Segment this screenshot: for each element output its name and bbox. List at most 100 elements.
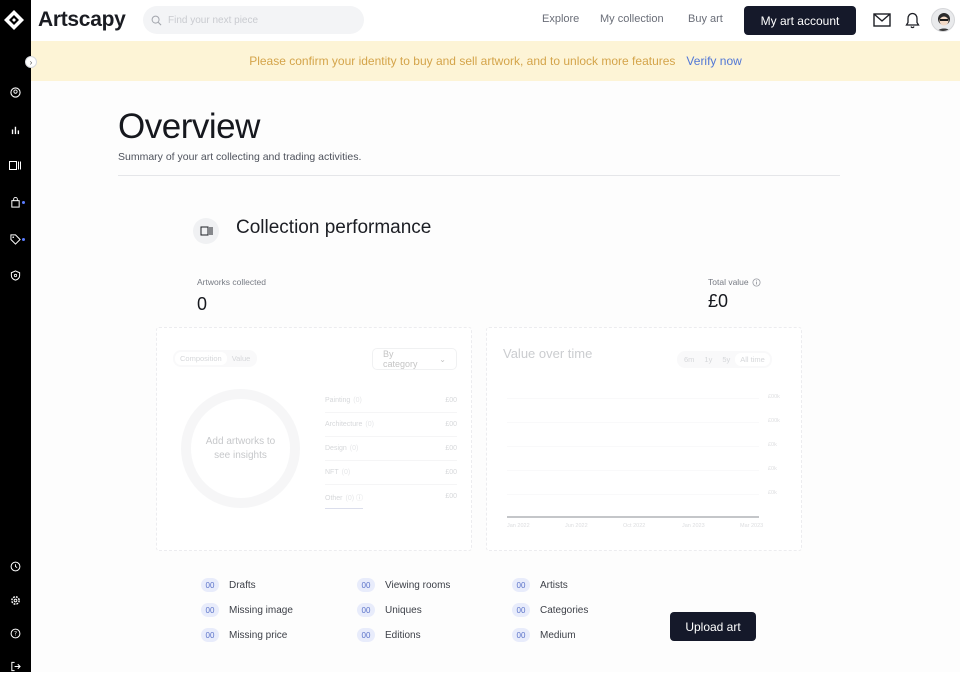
value-over-time-content: Value over time 6m 1y 5y All time £00k £… bbox=[487, 328, 803, 552]
category-dropdown-value: By category bbox=[383, 349, 418, 369]
gridline bbox=[507, 398, 759, 399]
x-tick: Jun 2022 bbox=[565, 523, 588, 529]
count-drafts[interactable]: 00 Drafts bbox=[201, 578, 256, 592]
info-icon[interactable]: ⓘ bbox=[356, 495, 363, 502]
legend-label: NFT bbox=[325, 469, 339, 476]
legend-label: Architecture bbox=[325, 421, 363, 428]
analytics-icon[interactable] bbox=[8, 122, 22, 136]
count-badge: 00 bbox=[357, 628, 375, 642]
search-input[interactable] bbox=[168, 14, 348, 26]
search-bar[interactable] bbox=[143, 6, 364, 34]
count-missing-image[interactable]: 00 Missing image bbox=[201, 603, 293, 617]
legend-row: Other (0) ⓘ £00 bbox=[325, 493, 457, 509]
shopping-bag-icon[interactable] bbox=[8, 195, 22, 209]
help-icon[interactable]: ? bbox=[8, 626, 22, 640]
my-art-account-button[interactable]: My art account bbox=[744, 6, 856, 35]
legend-value: £00 bbox=[445, 469, 457, 476]
count-categories[interactable]: 00 Categories bbox=[512, 603, 588, 617]
shopping-notification-dot bbox=[22, 201, 25, 204]
count-label: Drafts bbox=[229, 579, 256, 591]
legend-row: NFT (0) £00 bbox=[325, 469, 457, 485]
legend-value: £00 bbox=[445, 397, 457, 404]
gridline bbox=[507, 422, 759, 423]
legend-pct: (0) bbox=[353, 397, 362, 404]
logout-icon[interactable] bbox=[8, 659, 22, 673]
gallery-icon[interactable] bbox=[8, 158, 22, 172]
gridline bbox=[507, 470, 759, 471]
gridline bbox=[507, 494, 759, 495]
collection-icon bbox=[193, 218, 219, 244]
x-tick: Oct 2022 bbox=[623, 523, 646, 529]
count-medium[interactable]: 00 Medium bbox=[512, 628, 576, 642]
upload-art-button[interactable]: Upload art bbox=[670, 612, 756, 641]
legend-pct: (0) bbox=[341, 469, 351, 476]
composition-donut-chart: Add artworks to see insights bbox=[181, 389, 300, 508]
range-5y[interactable]: 5y bbox=[717, 353, 735, 366]
sidebar-collapse-toggle[interactable]: › bbox=[25, 56, 37, 68]
artworks-collected-label: Artworks collected bbox=[197, 277, 266, 287]
range-all-time[interactable]: All time bbox=[735, 353, 770, 366]
x-tick: Jan 2023 bbox=[682, 523, 705, 529]
main-content: Overview Summary of your art collecting … bbox=[31, 81, 960, 672]
count-editions[interactable]: 00 Editions bbox=[357, 628, 421, 642]
count-viewing-rooms[interactable]: 00 Viewing rooms bbox=[357, 578, 450, 592]
toggle-composition[interactable]: Composition bbox=[175, 352, 227, 365]
nav-explore[interactable]: Explore bbox=[542, 13, 579, 25]
range-1y[interactable]: 1y bbox=[699, 353, 717, 366]
count-missing-price[interactable]: 00 Missing price bbox=[201, 628, 287, 642]
history-icon[interactable] bbox=[8, 559, 22, 573]
svg-text:?: ? bbox=[13, 630, 16, 637]
count-artists[interactable]: 00 Artists bbox=[512, 578, 568, 592]
count-label: Editions bbox=[385, 629, 421, 641]
gridline bbox=[507, 446, 759, 447]
legend-pct: (0) bbox=[365, 421, 374, 428]
value-over-time-panel: Value over time 6m 1y 5y All time £00k £… bbox=[486, 327, 802, 551]
time-range-toggle[interactable]: 6m 1y 5y All time bbox=[677, 351, 772, 368]
verify-now-link[interactable]: Verify now bbox=[686, 54, 741, 68]
composition-value-toggle[interactable]: Composition Value bbox=[173, 350, 258, 367]
toggle-value[interactable]: Value bbox=[227, 352, 256, 365]
shield-icon[interactable] bbox=[8, 268, 22, 282]
bell-icon[interactable] bbox=[903, 11, 921, 29]
brand-name[interactable]: Artscapy bbox=[38, 8, 126, 32]
legend-label: Painting bbox=[325, 397, 351, 404]
composition-panel: Composition Value By category ⌄ Add artw… bbox=[156, 327, 472, 551]
count-uniques[interactable]: 00 Uniques bbox=[357, 603, 422, 617]
nav-buy-art[interactable]: Buy art bbox=[688, 13, 723, 25]
chart-baseline bbox=[507, 516, 759, 518]
artworks-collected-value: 0 bbox=[197, 294, 208, 314]
donut-placeholder-text: Add artworks to see insights bbox=[205, 435, 276, 461]
tag-notification-dot bbox=[22, 238, 25, 241]
legend-value: £00 bbox=[445, 421, 457, 428]
count-label: Missing price bbox=[229, 629, 288, 641]
value-over-time-title: Value over time bbox=[503, 346, 593, 361]
mail-icon[interactable] bbox=[873, 11, 891, 29]
profile-icon[interactable] bbox=[8, 85, 22, 99]
count-badge: 00 bbox=[201, 578, 219, 592]
range-6m[interactable]: 6m bbox=[679, 353, 699, 366]
legend-value: £00 bbox=[445, 493, 457, 500]
count-label: Artists bbox=[540, 579, 568, 591]
category-dropdown[interactable]: By category ⌄ bbox=[372, 348, 457, 370]
count-badge: 00 bbox=[512, 603, 530, 617]
count-badge: 00 bbox=[201, 628, 219, 642]
legend-label: Other bbox=[325, 495, 343, 502]
tag-icon[interactable] bbox=[8, 232, 22, 246]
composition-panel-content: Composition Value By category ⌄ Add artw… bbox=[157, 328, 473, 552]
total-value-amount: £0 bbox=[708, 291, 729, 311]
y-tick: £00k bbox=[768, 394, 780, 400]
info-icon[interactable] bbox=[752, 277, 761, 287]
x-tick: Jan 2022 bbox=[507, 523, 530, 529]
page-subtitle: Summary of your art collecting and tradi… bbox=[118, 151, 362, 163]
nav-my-collection[interactable]: My collection bbox=[600, 13, 664, 25]
verification-banner: Please confirm your identity to buy and … bbox=[31, 41, 960, 81]
settings-icon[interactable] bbox=[8, 593, 22, 607]
legend-label: Design bbox=[325, 445, 347, 452]
legend-row: Architecture (0) £00 bbox=[325, 421, 457, 437]
user-avatar[interactable] bbox=[931, 8, 955, 32]
count-badge: 00 bbox=[512, 628, 530, 642]
total-value-label: Total value bbox=[708, 277, 749, 287]
legend-row: Design (0) £00 bbox=[325, 445, 457, 461]
sidebar: ? bbox=[0, 0, 31, 672]
y-tick: £00k bbox=[768, 418, 780, 424]
